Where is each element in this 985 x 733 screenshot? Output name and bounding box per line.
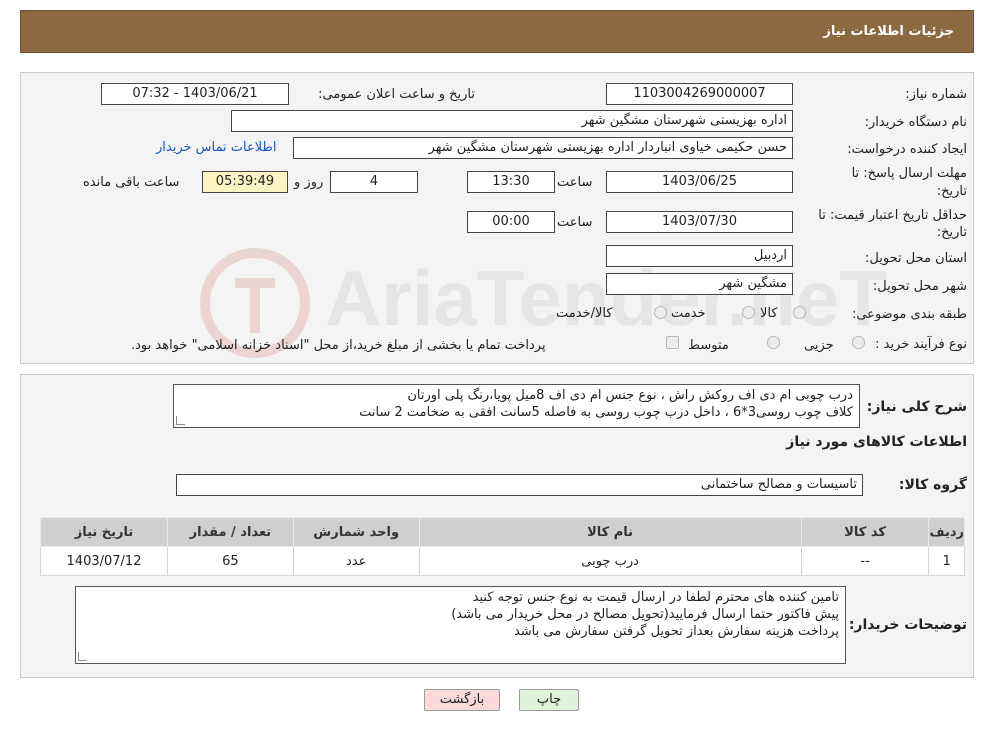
col-goods-name: نام کالا xyxy=(418,517,802,547)
validity-time-label: ساعت xyxy=(557,215,593,230)
creator-field: حسن حکیمی خیاوی انباردار اداره بهزیستی ش… xyxy=(293,137,793,159)
col-need-date: تاریخ نیاز xyxy=(39,517,169,547)
reply-deadline-label: مهلت ارسال پاسخ: تا xyxy=(851,166,967,181)
category-goods-radio[interactable] xyxy=(793,306,806,319)
province-field: اردبیل xyxy=(606,245,793,267)
reply-time-field: 13:30 xyxy=(467,171,555,193)
goods-info-title: اطلاعات کالاهای مورد نیاز xyxy=(786,434,967,450)
col-row-number: ردیف xyxy=(928,517,965,547)
cell-row-number: 1 xyxy=(928,546,965,576)
col-quantity: تعداد / مقدار xyxy=(167,517,294,547)
category-service-radio[interactable] xyxy=(742,306,755,319)
buyer-note-line-2: پیش فاکتور حتما ارسال فرمایید(تحویل مصال… xyxy=(451,607,839,622)
buyer-org-label: نام دستگاه خریدار: xyxy=(864,115,967,130)
buyer-notes-label: توضیحات خریدار: xyxy=(848,617,967,633)
treasury-payment-checkbox[interactable] xyxy=(666,336,679,349)
days-label: روز و xyxy=(294,175,324,190)
process-medium-label: متوسط xyxy=(688,338,729,353)
category-goods-service-label: کالا/خدمت xyxy=(556,306,613,321)
category-goods-service-radio[interactable] xyxy=(654,306,667,319)
city-field: مشگین شهر xyxy=(606,273,793,295)
remaining-time-field: 05:39:49 xyxy=(202,171,288,193)
process-type-label: نوع فرآیند خرید : xyxy=(875,337,967,352)
cell-goods-code: -- xyxy=(800,546,930,576)
summary-label: شرح کلی نیاز: xyxy=(866,399,967,415)
print-button[interactable]: چاپ xyxy=(519,689,579,711)
cell-need-date: 1403/07/12 xyxy=(39,546,169,576)
need-number-field: 1103004269000007 xyxy=(606,83,793,105)
page-title: جزئیات اطلاعات نیاز xyxy=(823,24,954,39)
reply-date-field: 1403/06/25 xyxy=(606,171,793,193)
category-goods-label: کالا xyxy=(760,306,778,321)
cell-quantity: 65 xyxy=(167,546,294,576)
treasury-payment-note: پرداخت تمام یا بخشی از مبلغ خرید،از محل … xyxy=(131,338,546,353)
announce-datetime-field: 1403/06/21 - 07:32 xyxy=(101,83,289,105)
process-minor-label: جزیی xyxy=(804,338,834,353)
cell-goods-name: درب چوبی xyxy=(418,546,802,576)
creator-label: ایجاد کننده درخواست: xyxy=(847,142,967,157)
process-minor-radio[interactable] xyxy=(852,336,865,349)
reply-deadline-label-2: تاریخ: xyxy=(936,184,967,199)
city-label: شهر محل تحویل: xyxy=(872,279,967,294)
announce-label: تاریخ و ساعت اعلان عمومی: xyxy=(318,87,475,102)
validity-date-field: 1403/07/30 xyxy=(606,211,793,233)
buyer-note-line-3: پرداخت هزینه سفارش بعداز تحویل گرفتن سفا… xyxy=(513,624,839,639)
resize-grip-icon[interactable] xyxy=(176,416,185,425)
province-label: استان محل تحویل: xyxy=(865,251,967,266)
table-header-row: ردیف کد کالا نام کالا واحد شمارش تعداد /… xyxy=(39,517,965,547)
summary-line-1: درب چوبی ام دی اف روکش راش ، نوع جنس ام … xyxy=(407,388,853,403)
back-button[interactable]: بازگشت xyxy=(424,689,500,711)
col-unit: واحد شمارش xyxy=(292,517,420,547)
summary-textarea[interactable]: درب چوبی ام دی اف روکش راش ، نوع جنس ام … xyxy=(173,384,860,428)
page-header: جزئیات اطلاعات نیاز xyxy=(20,10,974,53)
process-medium-radio[interactable] xyxy=(767,336,780,349)
goods-group-label: گروه کالا: xyxy=(898,477,967,493)
buyer-notes-textarea[interactable]: تامین کننده های محترم لطفا در ارسال قیمت… xyxy=(75,586,846,664)
validity-label: حداقل تاریخ اعتبار قیمت: تا xyxy=(818,208,967,223)
remaining-time-label: ساعت باقی مانده xyxy=(83,175,180,190)
remaining-days-field: 4 xyxy=(330,171,418,193)
category-label: طبقه بندی موضوعی: xyxy=(851,307,967,322)
goods-table: ردیف کد کالا نام کالا واحد شمارش تعداد /… xyxy=(39,517,965,576)
col-goods-code: کد کالا xyxy=(800,517,930,547)
validity-label-2: تاریخ: xyxy=(936,225,967,240)
summary-line-2: کلاف چوب روسی3*6 ، داخل درب چوب روسی به … xyxy=(359,405,853,420)
cell-unit: عدد xyxy=(292,546,420,576)
reply-time-label: ساعت xyxy=(557,175,593,190)
validity-time-field: 00:00 xyxy=(467,211,555,233)
resize-grip-icon[interactable] xyxy=(78,652,87,661)
goods-group-field: تاسیسات و مصالح ساختمانی xyxy=(176,474,863,496)
contact-buyer-link[interactable]: اطلاعات تماس خریدار xyxy=(156,140,276,155)
buyer-note-line-1: تامین کننده های محترم لطفا در ارسال قیمت… xyxy=(472,590,839,605)
table-row: 1 -- درب چوبی عدد 65 1403/07/12 xyxy=(39,546,965,576)
need-number-label: شماره نیاز: xyxy=(905,87,967,102)
buyer-org-field: اداره بهزیستی شهرستان مشگین شهر xyxy=(231,110,793,132)
category-service-label: خدمت xyxy=(671,306,706,321)
